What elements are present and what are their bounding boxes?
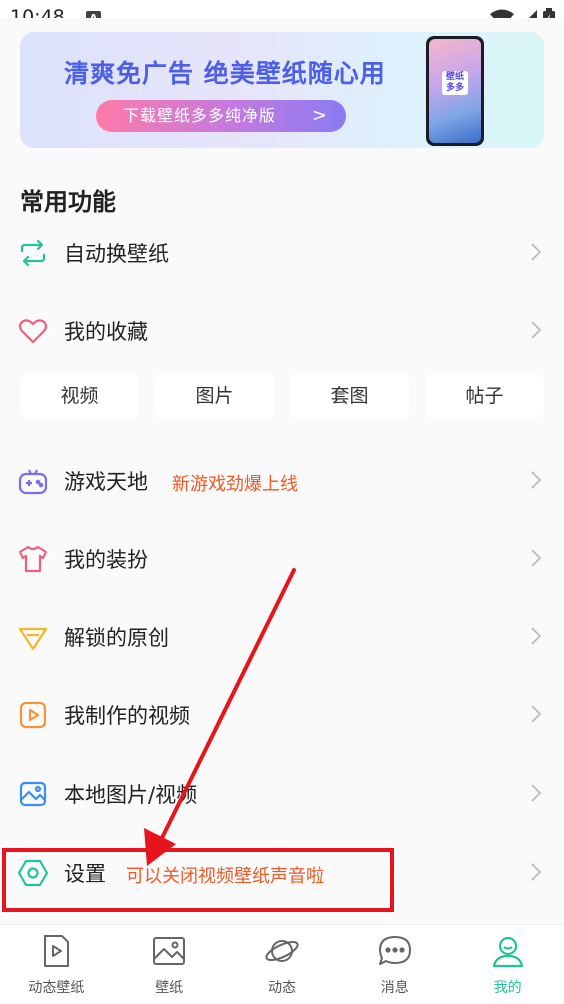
menu-label: 我制作的视频	[64, 704, 190, 728]
tab-me[interactable]: 我的	[451, 925, 564, 1004]
chevron-right-icon	[531, 784, 542, 802]
menu-label: 自动换壁纸	[64, 242, 169, 266]
heart-icon	[18, 319, 48, 344]
menu-item-games[interactable]: 游戏天地 新游戏劲爆上线	[0, 444, 564, 522]
refresh-icon	[20, 239, 46, 267]
menu-item-auto-wallpaper[interactable]: 自动换壁纸	[0, 216, 564, 294]
chip-sets[interactable]: 套图	[290, 373, 409, 419]
tab-label: 动态	[267, 980, 296, 996]
play-doc-icon	[44, 935, 70, 967]
section-title: 常用功能	[20, 188, 116, 216]
planet-icon	[265, 940, 299, 962]
games-promo-tag: 新游戏劲爆上线	[172, 474, 298, 495]
menu-label: 我的装扮	[64, 548, 148, 572]
chevron-right-icon: >	[311, 105, 328, 126]
tab-label: 我的	[493, 980, 522, 996]
chip-posts[interactable]: 帖子	[425, 373, 544, 419]
phone-mockup-image: 壁纸 多多	[426, 36, 484, 146]
tab-wallpaper[interactable]: 壁纸	[113, 925, 226, 1004]
tab-feed[interactable]: 动态	[226, 925, 339, 1004]
chat-bubble-icon	[378, 936, 411, 965]
menu-label: 游戏天地	[64, 470, 148, 494]
download-pure-version-button[interactable]: 下载壁纸多多纯净版 >	[96, 100, 346, 132]
chevron-right-icon	[531, 863, 542, 881]
user-icon	[492, 936, 523, 968]
menu-item-outfit[interactable]: 我的装扮	[0, 522, 564, 600]
app-logo: 壁纸 多多	[442, 71, 468, 95]
tab-live-wallpaper[interactable]: 动态壁纸	[0, 925, 113, 1004]
diamond-icon	[18, 627, 48, 651]
bottom-tab-bar: 动态壁纸 壁纸 动态 消息 我的	[0, 924, 564, 1004]
menu-item-my-videos[interactable]: 我制作的视频	[0, 678, 564, 756]
chevron-right-icon	[531, 627, 542, 645]
gamepad-icon	[18, 469, 48, 495]
banner-headline: 清爽免广告 绝美壁纸随心用	[64, 59, 386, 88]
favorite-categories: 视频 图片 套图 帖子	[20, 373, 544, 419]
shirt-icon	[18, 545, 48, 573]
picture-icon	[153, 937, 186, 965]
tab-label: 消息	[380, 980, 409, 996]
menu-item-favorites[interactable]: 我的收藏	[0, 294, 564, 372]
video-icon	[19, 701, 47, 729]
chevron-right-icon	[531, 705, 542, 723]
chevron-right-icon	[531, 243, 542, 261]
cta-label: 下载壁纸多多纯净版	[123, 106, 277, 125]
tab-label: 壁纸	[155, 980, 184, 996]
chevron-right-icon	[531, 549, 542, 567]
chevron-right-icon	[531, 471, 542, 489]
menu-item-unlocked-originals[interactable]: 解锁的原创	[0, 600, 564, 678]
menu-label: 本地图片/视频	[64, 783, 198, 807]
profile-page: 清爽免广告 绝美壁纸随心用 下载壁纸多多纯净版 > 壁纸 多多 常用功能 自动换…	[0, 18, 564, 924]
tab-messages[interactable]: 消息	[338, 925, 451, 1004]
promo-banner[interactable]: 清爽免广告 绝美壁纸随心用 下载壁纸多多纯净版 > 壁纸 多多	[20, 32, 544, 148]
annotation-highlight-box	[2, 848, 394, 912]
menu-label: 解锁的原创	[64, 626, 169, 650]
chip-videos[interactable]: 视频	[20, 373, 139, 419]
tab-label: 动态壁纸	[28, 980, 85, 996]
image-icon	[19, 781, 47, 807]
menu-label: 我的收藏	[64, 320, 148, 344]
chip-images[interactable]: 图片	[155, 373, 274, 419]
chevron-right-icon	[531, 321, 542, 339]
menu-item-local-media[interactable]: 本地图片/视频	[0, 757, 564, 835]
